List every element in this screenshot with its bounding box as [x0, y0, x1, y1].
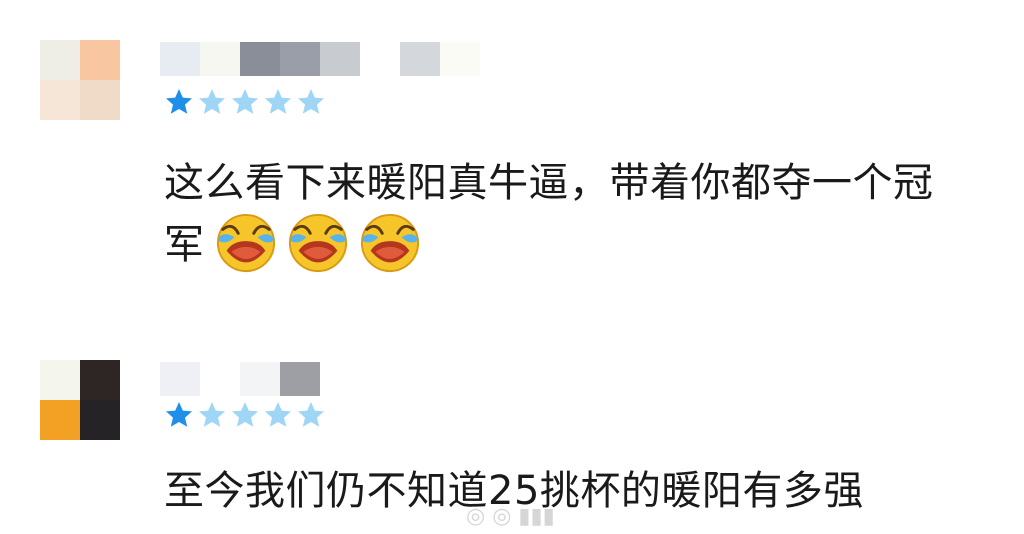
laughing-crying-emoji-icon	[287, 212, 349, 274]
username[interactable]	[160, 362, 360, 396]
star-empty-icon	[199, 402, 225, 427]
star-empty-icon	[232, 402, 258, 427]
laughing-crying-emoji-icon	[215, 212, 277, 274]
star-empty-icon	[199, 89, 225, 114]
star-empty-icon	[265, 402, 291, 427]
star-empty-icon	[298, 89, 324, 114]
star-rating	[163, 398, 327, 432]
avatar[interactable]	[40, 40, 120, 120]
star-empty-icon	[265, 89, 291, 114]
star-empty-icon	[232, 89, 258, 114]
emoji-group	[205, 213, 421, 273]
comment-text-line: 这么看下来暖阳真牛逼，带着你都夺一个冠	[164, 160, 934, 206]
watermark: ◎ ◎ ▮▮▮	[466, 504, 555, 529]
star-filled-icon	[166, 89, 192, 114]
comment-text-line: 军	[164, 213, 934, 276]
username[interactable]	[160, 42, 480, 76]
comment-text-fragment: 军	[164, 222, 205, 268]
avatar[interactable]	[40, 360, 120, 440]
star-empty-icon	[298, 402, 324, 427]
star-filled-icon	[166, 402, 192, 427]
laughing-crying-emoji-icon	[359, 212, 421, 274]
star-rating	[163, 85, 327, 119]
comment-text: 这么看下来暖阳真牛逼，带着你都夺一个冠 军	[164, 152, 934, 276]
